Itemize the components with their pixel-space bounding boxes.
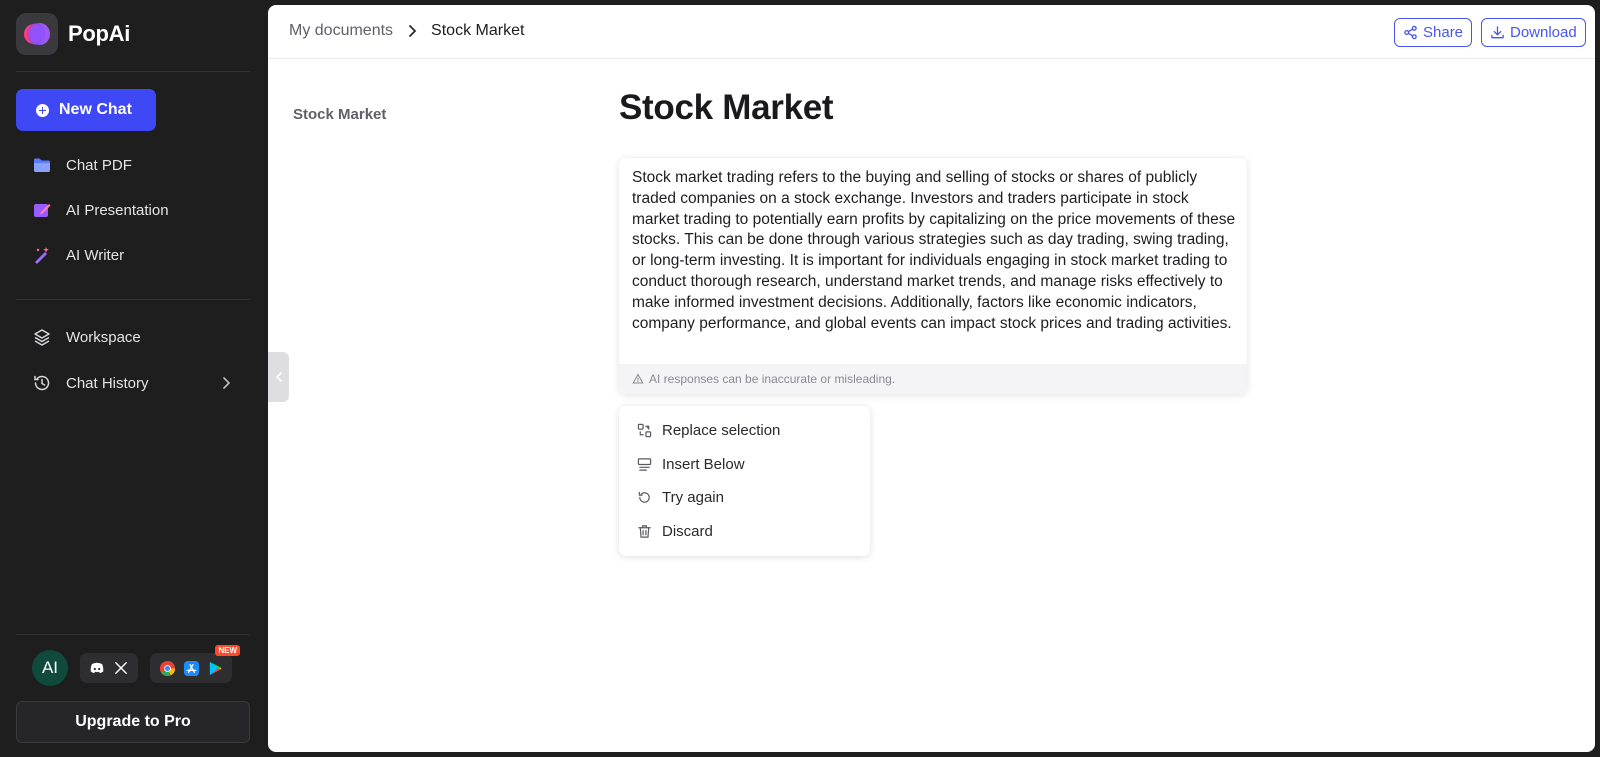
sidebar-divider <box>16 299 250 300</box>
avatar-initials: AI <box>41 658 59 677</box>
breadcrumb: My documents Stock Market <box>289 22 524 40</box>
upgrade-to-pro-button[interactable]: Upgrade to Pro <box>16 701 250 743</box>
replace-selection-button[interactable]: Replace selection <box>619 414 870 448</box>
ai-response-card: Stock market trading refers to the buyin… <box>619 158 1247 394</box>
replace-icon <box>637 424 652 438</box>
collapse-outline-button[interactable] <box>268 352 289 402</box>
sidebar-divider <box>16 71 250 72</box>
app-logo[interactable]: PopAi <box>16 13 130 55</box>
ai-actions-menu: Replace selection Insert Below Try again… <box>619 406 870 556</box>
new-chat-label: New Chat <box>59 101 132 118</box>
trash-icon <box>638 525 651 538</box>
menu-item-label: Insert Below <box>662 455 745 473</box>
share-button[interactable]: Share <box>1394 18 1473 47</box>
chevron-right-icon <box>409 25 417 37</box>
upgrade-label: Upgrade to Pro <box>75 713 191 730</box>
download-label: Download <box>1510 24 1577 41</box>
download-icon <box>1491 26 1504 39</box>
app-window: PopAi New Chat Chat PDF AI Presentation … <box>0 0 1600 757</box>
retry-icon <box>638 491 650 503</box>
outline-item-stock-market[interactable]: Stock Market <box>293 106 386 123</box>
insert-below-icon <box>637 458 652 471</box>
share-label: Share <box>1423 24 1464 41</box>
discard-button[interactable]: Discard <box>619 515 870 549</box>
layers-icon <box>34 329 50 346</box>
menu-item-label: Try again <box>662 489 724 507</box>
sidebar-footer: AI NEW <box>32 645 240 686</box>
menu-item-label: Replace selection <box>662 422 781 440</box>
chevron-right-icon <box>223 377 231 389</box>
magic-wand-icon <box>35 247 49 264</box>
new-chat-button[interactable]: New Chat <box>16 89 156 131</box>
sidebar-divider <box>16 634 250 635</box>
presentation-pen-icon <box>34 204 51 217</box>
share-icon <box>1404 25 1417 40</box>
avatar[interactable]: AI <box>32 650 68 686</box>
ai-response-text: Stock market trading refers to the buyin… <box>632 169 1236 332</box>
sidebar-item-label: AI Writer <box>66 246 125 264</box>
sidebar-item-workspace[interactable]: Workspace <box>16 317 250 357</box>
sidebar-item-chat-history[interactable]: Chat History <box>16 363 250 403</box>
chrome-icon[interactable] <box>158 659 176 677</box>
breadcrumb-current: Stock Market <box>431 22 525 39</box>
app-name: PopAi <box>68 21 131 46</box>
document-panel: My documents Stock Market Share Download… <box>268 5 1595 752</box>
breadcrumb-my-documents[interactable]: My documents <box>289 22 393 40</box>
app-store-icon[interactable] <box>182 659 200 677</box>
top-bar: My documents Stock Market Share Download <box>268 5 1595 59</box>
sidebar-item-ai-writer[interactable]: AI Writer <box>16 235 250 275</box>
sidebar-item-ai-presentation[interactable]: AI Presentation <box>16 190 250 230</box>
sidebar-item-chat-pdf[interactable]: Chat PDF <box>16 145 250 185</box>
social-links <box>80 653 138 683</box>
plus-circle-icon <box>36 103 49 117</box>
sidebar-item-label: Workspace <box>66 328 141 346</box>
chevron-left-icon <box>275 372 282 382</box>
history-icon <box>34 375 50 391</box>
document-title[interactable]: Stock Market <box>619 88 834 128</box>
x-twitter-icon[interactable] <box>112 659 130 677</box>
insert-below-button[interactable]: Insert Below <box>619 448 870 482</box>
new-badge: NEW <box>215 645 240 656</box>
sidebar-item-label: Chat History <box>66 374 149 392</box>
folder-icon <box>34 158 50 172</box>
popai-logo-icon <box>16 13 58 55</box>
download-button[interactable]: Download <box>1481 18 1586 47</box>
sidebar-item-label: AI Presentation <box>66 201 169 219</box>
warning-icon <box>632 373 644 384</box>
discord-icon[interactable] <box>88 659 106 677</box>
app-download-links: NEW <box>150 645 240 683</box>
google-play-icon[interactable] <box>206 659 224 677</box>
disclaimer-text: AI responses can be inaccurate or mislea… <box>649 372 896 386</box>
sidebar: PopAi New Chat Chat PDF AI Presentation … <box>0 0 268 757</box>
menu-item-label: Discard <box>662 522 713 540</box>
try-again-button[interactable]: Try again <box>619 481 870 515</box>
ai-disclaimer: AI responses can be inaccurate or mislea… <box>619 364 1247 394</box>
sidebar-item-label: Chat PDF <box>66 156 132 174</box>
